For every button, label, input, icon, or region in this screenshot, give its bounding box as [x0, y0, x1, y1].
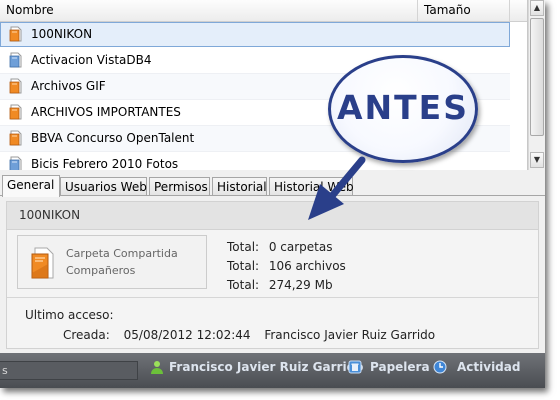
file-name: ARCHIVOS IMPORTANTES — [31, 105, 181, 119]
callout-text: ANTES — [337, 88, 469, 127]
tab-general[interactable]: General — [2, 175, 60, 197]
total-size: Total: 274,29 Mb — [227, 276, 346, 295]
created-by: Francisco Javier Ruiz Garrido — [264, 328, 436, 342]
antes-callout: ANTES — [328, 55, 478, 163]
status-user-name: Francisco Javier Ruiz Garrido — [169, 360, 364, 374]
file-name: Activacion VistaDB4 — [31, 53, 152, 67]
total-folders: Total: 0 carpetas — [227, 238, 346, 257]
orange-folder-icon — [9, 26, 22, 42]
status-bar: s Francisco Javier Ruiz Garrido Papelera… — [0, 353, 545, 388]
file-name: Bicis Febrero 2010 Fotos — [31, 157, 179, 170]
file-name: 100NIKON — [31, 27, 93, 41]
last-access-label: Ultimo acceso: — [25, 308, 114, 322]
total-label: Total: — [227, 278, 260, 292]
panel-title-bar: 100NIKON — [7, 202, 538, 230]
column-header-name[interactable]: Nombre — [0, 0, 418, 21]
blue-folder-icon — [9, 52, 22, 68]
tab-usuarios-web[interactable]: Usuarios Web — [60, 177, 147, 196]
scroll-down-button[interactable]: ▼ — [530, 152, 544, 168]
blue-folder-icon — [9, 156, 22, 170]
total-label: Total: — [227, 259, 260, 273]
list-header: Nombre Tamaño — [0, 0, 527, 22]
column-header-size[interactable]: Tamaño — [418, 0, 510, 21]
orange-folder-icon — [9, 130, 22, 146]
status-activity[interactable]: Actividad — [433, 353, 520, 388]
created-label: Creada: — [63, 328, 110, 342]
status-activity-label: Actividad — [457, 360, 521, 374]
scroll-thumb[interactable] — [530, 18, 544, 136]
tab-permisos[interactable]: Permisos — [149, 177, 210, 196]
tab-divider — [0, 195, 545, 196]
app-window: Nombre Tamaño 100NIKON Activacion VistaD… — [0, 0, 545, 388]
user-icon — [151, 361, 163, 374]
total-label: Total: — [227, 240, 260, 254]
status-trash[interactable]: Papelera — [348, 353, 430, 388]
created-info: Creada: 05/08/2012 12:02:44 Francisco Ja… — [63, 328, 445, 342]
vertical-scrollbar[interactable]: ▲ ▼ — [528, 0, 545, 170]
created-date: 05/08/2012 12:02:44 — [123, 328, 251, 342]
orange-folder-icon — [9, 78, 22, 94]
file-name: Archivos GIF — [31, 79, 106, 93]
tab-historial-web[interactable]: Historial Web — [269, 177, 354, 196]
file-name: BBVA Concurso OpenTalent — [31, 131, 195, 145]
total-value: 106 archivos — [268, 259, 346, 273]
details-panel: 100NIKON Carpeta Compartida Compañeros T… — [6, 201, 539, 349]
shared-folder-icon — [31, 247, 54, 279]
details-tabs: General Usuarios Web Permisos Historial … — [0, 175, 545, 197]
tab-historial[interactable]: Historial — [212, 177, 267, 196]
status-search-field[interactable]: s — [0, 361, 138, 380]
total-value: 274,29 Mb — [268, 278, 333, 292]
share-type-label: Carpeta Compartida — [66, 247, 178, 260]
status-trash-label: Papelera — [370, 360, 430, 374]
panel-divider — [7, 297, 538, 298]
status-user[interactable]: Francisco Javier Ruiz Garrido — [150, 353, 363, 388]
scroll-up-button[interactable]: ▲ — [530, 0, 544, 16]
trash-icon — [348, 360, 362, 374]
orange-folder-icon — [9, 104, 22, 120]
share-group-label: Compañeros — [66, 264, 136, 277]
total-files: Total: 106 archivos — [227, 257, 346, 276]
panel-title: 100NIKON — [19, 208, 81, 222]
shared-folder-box: Carpeta Compartida Compañeros — [17, 235, 207, 289]
table-row[interactable]: 100NIKON — [0, 22, 510, 47]
totals-list: Total: 0 carpetas Total: 106 archivos To… — [227, 238, 346, 295]
clock-icon — [433, 360, 447, 374]
total-value: 0 carpetas — [268, 240, 333, 254]
